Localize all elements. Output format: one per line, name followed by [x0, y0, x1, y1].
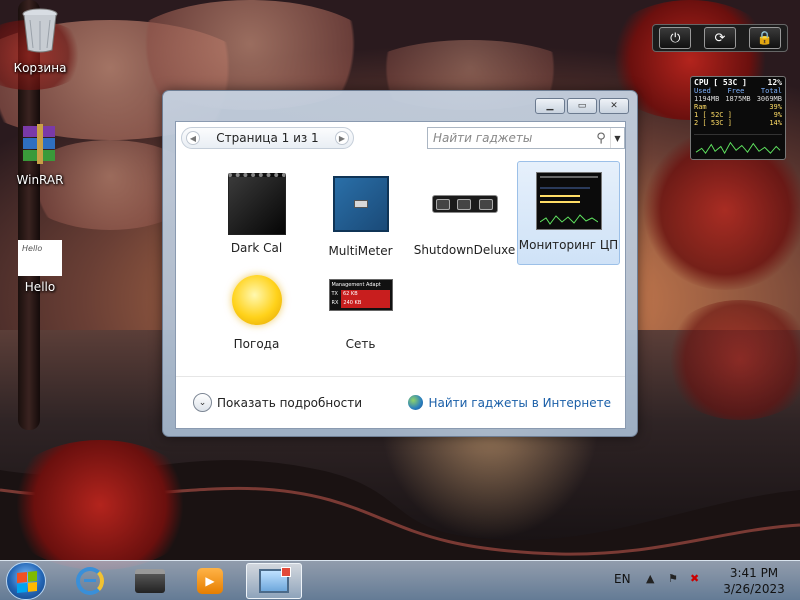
power-button[interactable]: ⏻	[659, 27, 692, 49]
cpu-value-total: 3069MB	[756, 95, 782, 103]
minimize-button[interactable]: ▁	[535, 98, 565, 114]
windows-logo-icon	[17, 570, 37, 594]
cpu-value-used: 1194MB	[694, 95, 720, 103]
start-button[interactable]	[6, 562, 46, 600]
page-navigator: ◀ Страница 1 из 1 ▶	[181, 127, 354, 149]
sun-icon	[231, 275, 282, 325]
page-indicator: Страница 1 из 1	[216, 131, 319, 145]
minimize-icon: ▁	[546, 101, 554, 111]
taskbar: ▶ EN ▲ ⚑ ✖ 3:41 PM 3/26/2023	[0, 560, 800, 600]
show-hidden-icons-icon[interactable]: ▲	[646, 572, 654, 585]
core2-value: 14%	[769, 119, 782, 127]
lock-button[interactable]: 🔒	[748, 27, 781, 49]
prev-page-button[interactable]: ◀	[186, 131, 200, 145]
cpu-monitor-gadget[interactable]: CPU [ 53C ] 12% Used Free Total 1194MB 1875M…	[690, 76, 786, 160]
net-thumb-rx-label: RX	[331, 300, 339, 306]
maximize-button[interactable]: ▭	[567, 98, 597, 114]
winrar-shortcut[interactable]: WinRAR	[0, 122, 80, 187]
cpu-title: CPU [ 53C ]	[694, 78, 747, 87]
media-player-icon: ▶	[197, 568, 223, 594]
ram-label: Ram	[694, 103, 707, 111]
ram-value: 39%	[769, 103, 782, 111]
clock-date: 3/26/2023	[723, 582, 785, 596]
gadget-shutdown-deluxe[interactable]: ShutdownDeluxe	[413, 167, 516, 267]
clock-time: 3:41 PM	[729, 566, 779, 580]
cpu-usage-graph	[694, 134, 782, 155]
cpu-header-used: Used	[694, 87, 711, 95]
hello-image-icon: Hello	[18, 240, 62, 276]
core1-value: 9%	[773, 111, 782, 119]
lock-icon: 🔒	[756, 30, 773, 46]
refresh-icon: ⟳	[714, 30, 726, 46]
gadgets-icon	[259, 567, 291, 593]
gadget-weather[interactable]: Погода	[205, 271, 308, 371]
recycle-bin-label: Корзина	[13, 61, 67, 75]
taskbar-internet-explorer[interactable]	[62, 563, 118, 599]
hello-label: Hello	[24, 280, 56, 294]
gadget-name: MultiMeter	[328, 244, 393, 258]
recycle-bin-icon	[0, 6, 80, 57]
gadget-search-input[interactable]: Найти гаджеты ⚲ ▼	[427, 127, 625, 149]
net-thumb-tx: 62 KB	[340, 290, 390, 299]
maximize-icon: ▭	[577, 101, 587, 111]
gadget-control-bar: ⏻ ⟳ 🔒	[652, 24, 788, 52]
winrar-label: WinRAR	[16, 173, 64, 187]
hello-shortcut[interactable]: Hello Hello	[0, 240, 80, 294]
taskbar-media-player[interactable]: ▶	[182, 563, 238, 599]
show-details-toggle[interactable]: ⌄ Показать подробности	[193, 393, 362, 412]
gadget-dark-cal[interactable]: Dark Cal	[205, 167, 308, 267]
gadget-network[interactable]: Management Adapt TX 62 KB RX 240 KB Сеть	[309, 271, 412, 371]
gadget-name: Мониторинг ЦП	[518, 238, 619, 252]
show-details-label: Показать подробности	[217, 395, 362, 410]
search-placeholder: Найти гаджеты	[433, 131, 533, 145]
cpu-header-free: Free	[727, 87, 745, 95]
cpu-header-total: Total	[760, 87, 782, 95]
gadget-name: ShutdownDeluxe	[413, 243, 516, 257]
action-center-flag-icon[interactable]: ⚑	[668, 572, 678, 585]
gadget-name: Погода	[233, 337, 280, 351]
net-thumb-tx-label: TX	[331, 291, 338, 297]
recycle-bin-shortcut[interactable]: Корзина	[0, 6, 80, 75]
system-clock[interactable]: 3:41 PM 3/26/2023	[716, 565, 792, 597]
dark-cal-thumbnail	[227, 173, 286, 235]
core2-label: 2 [ 53C ]	[694, 119, 732, 127]
search-dropdown-icon[interactable]: ▼	[610, 128, 624, 148]
language-indicator[interactable]: EN	[614, 572, 631, 586]
search-icon[interactable]: ⚲	[592, 131, 610, 146]
gallery-footer: ⌄ Показать подробности Найти гаджеты в И…	[176, 376, 625, 428]
taskbar-gadgets[interactable]	[246, 563, 302, 599]
globe-icon	[408, 395, 424, 410]
taskbar-printer[interactable]	[122, 563, 178, 599]
net-thumb-rx: 240 KB	[341, 299, 390, 308]
gadget-name: Dark Cal	[230, 241, 283, 255]
hello-thumb-text: Hello	[22, 244, 43, 253]
network-thumbnail: Management Adapt TX 62 KB RX 240 KB	[328, 279, 393, 311]
chevron-right-icon: ▶	[338, 133, 346, 143]
winrar-icon	[0, 122, 80, 169]
net-thumb-title: Management Adapt	[331, 282, 381, 288]
refresh-button[interactable]: ⟳	[703, 27, 736, 49]
chip-icon	[332, 176, 389, 232]
printer-icon	[135, 569, 165, 593]
gallery-content: ◀ Страница 1 из 1 ▶ Найти гаджеты ⚲ ▼ Da…	[175, 121, 626, 429]
get-gadgets-online-label: Найти гаджеты в Интернете	[428, 395, 611, 410]
power-icon: ⏻	[670, 30, 681, 46]
gadget-gallery-window: ▁ ▭ ✕ ◀ Страница 1 из 1 ▶ Найти гаджеты …	[162, 90, 638, 437]
get-gadgets-online-link[interactable]: Найти гаджеты в Интернете	[408, 395, 611, 410]
shutdown-deluxe-thumbnail	[431, 195, 498, 213]
next-page-button[interactable]: ▶	[335, 131, 349, 145]
cpu-value-free: 1875MB	[725, 95, 751, 103]
core1-label: 1 [ 52C ]	[694, 111, 732, 119]
close-button[interactable]: ✕	[599, 98, 629, 114]
gadget-name: Сеть	[345, 337, 376, 351]
gadget-cpu-monitor[interactable]: Мониторинг ЦП	[517, 161, 620, 265]
chevron-down-icon: ⌄	[193, 393, 212, 412]
gadget-multimeter[interactable]: MultiMeter	[309, 167, 412, 267]
internet-explorer-icon	[76, 567, 104, 595]
network-disconnected-icon[interactable]: ✖	[690, 572, 699, 585]
close-icon: ✕	[610, 101, 618, 111]
cpu-percent: 12%	[767, 78, 782, 87]
cpu-monitor-thumbnail	[535, 172, 602, 230]
chevron-left-icon: ◀	[189, 133, 197, 143]
